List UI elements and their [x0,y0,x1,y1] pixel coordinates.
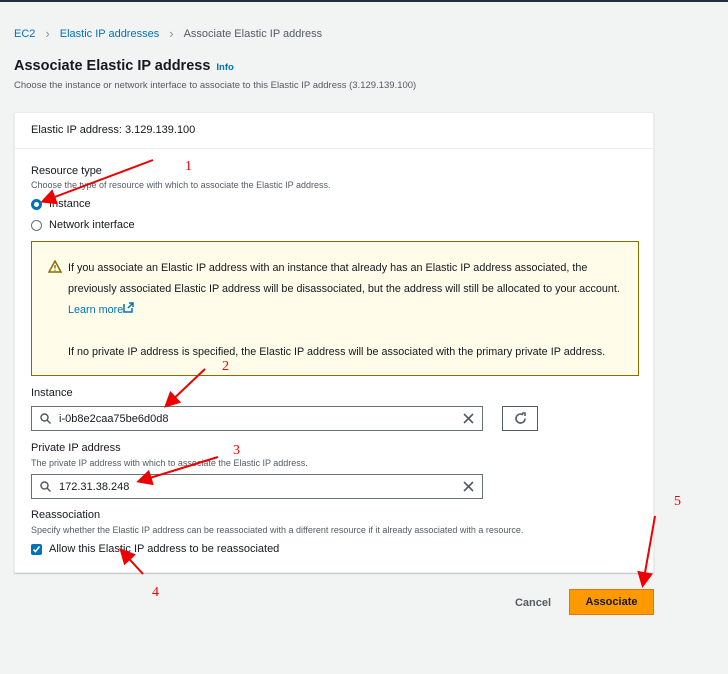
panel-header: Elastic IP address: 3.129.139.100 [15,113,653,149]
breadcrumb: EC2 › Elastic IP addresses › Associate E… [14,26,322,41]
reassociate-checkbox-label: Allow this Elastic IP address to be reas… [49,543,280,555]
private-ip-value: 172.31.38.248 [59,480,130,493]
chevron-right-icon: › [45,26,50,41]
alert-text: If you associate an Elastic IP address w… [68,258,622,321]
reassociation-label: Reassociation [31,509,101,521]
annotation-number-3: 3 [233,443,240,458]
page-description: Choose the instance or network interface… [14,80,417,91]
private-ip-input[interactable]: 172.31.38.248 [31,474,483,499]
private-ip-label: Private IP address [31,442,121,454]
learn-more-link[interactable]: Learn more [68,302,134,316]
external-link-icon [123,302,134,313]
resource-type-description: Choose the type of resource with which t… [31,180,331,190]
top-bar [0,0,728,2]
checkbox-checked-icon [31,543,42,555]
breadcrumb-ec2[interactable]: EC2 [14,28,35,40]
resource-type-label: Resource type [31,165,102,177]
annotation-number-1: 1 [185,159,192,174]
refresh-button[interactable] [502,406,538,431]
associate-panel: Elastic IP address: 3.129.139.100 Resour… [14,112,654,573]
warning-alert: If you associate an Elastic IP address w… [31,241,639,376]
instance-input[interactable]: i-0b8e2caa75be6d0d8 [31,406,483,431]
cancel-button[interactable]: Cancel [505,590,561,615]
radio-selected-icon [31,198,42,210]
annotation-number-4: 4 [152,585,159,600]
info-link[interactable]: Info [216,62,233,73]
private-ip-description: The private IP address with which to ass… [31,458,308,468]
refresh-icon [514,412,526,424]
learn-more-text: Learn more [68,304,124,316]
radio-instance-label: Instance [49,198,91,210]
instance-value: i-0b8e2caa75be6d0d8 [59,412,169,425]
page-title-text: Associate Elastic IP address [14,58,211,74]
radio-network-interface-label: Network interface [49,219,135,231]
instance-label: Instance [31,387,73,399]
search-icon [40,413,51,424]
annotation-number-5: 5 [674,494,681,509]
chevron-right-icon: › [169,26,174,41]
alert-text-1: If you associate an Elastic IP address w… [68,262,620,295]
annotation-number-2: 2 [222,359,229,374]
search-icon [40,481,51,492]
clear-icon[interactable] [463,481,474,492]
page-title: Associate Elastic IP address Info [14,58,234,74]
radio-unselected-icon [31,219,42,231]
breadcrumb-current: Associate Elastic IP address [183,27,323,40]
radio-network-interface[interactable]: Network interface [31,219,135,231]
warning-icon [48,260,62,273]
clear-icon[interactable] [463,413,474,424]
alert-text-2: If no private IP address is specified, t… [68,346,606,358]
associate-button[interactable]: Associate [569,589,654,615]
breadcrumb-elastic-ips[interactable]: Elastic IP addresses [60,28,159,40]
reassociation-description: Specify whether the Elastic IP address c… [31,525,524,535]
radio-instance[interactable]: Instance [31,198,91,210]
reassociate-checkbox[interactable]: Allow this Elastic IP address to be reas… [31,543,279,555]
